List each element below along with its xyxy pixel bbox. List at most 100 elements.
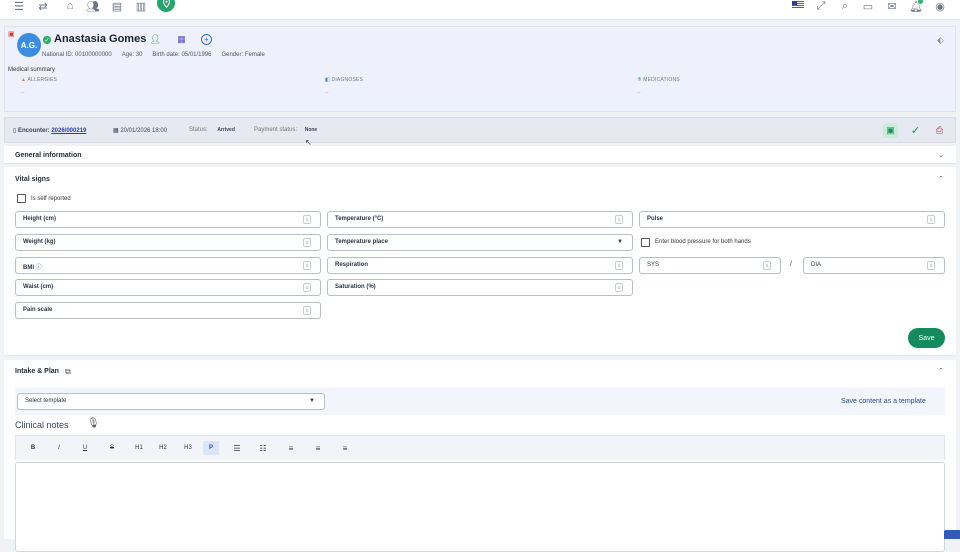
stepper-icon[interactable]: ⇕: [303, 283, 311, 292]
pin-icon[interactable]: ▣: [8, 30, 15, 38]
avatar: A.G.: [17, 33, 41, 57]
h2-button[interactable]: H2: [156, 441, 170, 455]
bp-both-hands-label: Enter blood pressure for both hands: [655, 239, 751, 245]
numbered-list-icon[interactable]: ☷: [256, 441, 270, 455]
microphone-icon[interactable]: 🎙︎: [87, 418, 100, 429]
us-flag-icon[interactable]: [792, 1, 804, 9]
user-check-icon[interactable]: 👤︎: [149, 33, 162, 46]
status: Status: Arrived: [189, 127, 235, 133]
h1-button[interactable]: H1: [132, 441, 146, 455]
calendar-small-icon: ▦: [113, 128, 119, 134]
editor-toolbar: B I U S H1 H2 H3 P ☰ ☷ ≡ ≡ ≡: [15, 435, 945, 460]
save-disk-icon[interactable]: ▣: [883, 123, 898, 138]
medication-icon: ⚗: [637, 77, 642, 83]
stepper-icon[interactable]: ⇕: [303, 238, 311, 247]
italic-button[interactable]: I: [52, 441, 66, 455]
stepper-icon[interactable]: ⇕: [927, 261, 935, 270]
clinical-notes-title: Clinical notes: [15, 420, 69, 430]
bp-both-hands-checkbox[interactable]: [641, 238, 650, 247]
intake-plan-title: Intake & Plan: [15, 368, 59, 375]
encounter-number-link[interactable]: 2026/000219: [51, 128, 86, 134]
height-field[interactable]: Height (cm) ⇕: [15, 211, 321, 228]
allergies-value: --: [21, 90, 25, 96]
weight-field[interactable]: Weight (kg) ⇕: [15, 234, 321, 251]
stepper-icon[interactable]: ⇕: [303, 306, 311, 315]
copy-icon[interactable]: ⧉: [65, 367, 71, 377]
save-as-template-link[interactable]: Save content as a template: [841, 398, 926, 405]
stepper-icon[interactable]: ⇕: [615, 215, 623, 224]
strike-button[interactable]: S: [105, 441, 119, 455]
stepper-icon[interactable]: ⇕: [615, 261, 623, 270]
allergies-label: ALLERGIES: [27, 77, 58, 83]
diagnoses-value: --: [325, 90, 329, 96]
saturation-field[interactable]: Saturation (%) ⇕: [327, 279, 633, 296]
caret-down-icon: ▼: [309, 398, 315, 404]
stepper-icon[interactable]: ⇕: [303, 215, 311, 224]
medications-label: MEDICATIONS: [643, 77, 680, 83]
home-icon[interactable]: ⌂: [65, 0, 75, 12]
patient-header: ▣ A.G. ✓ Anastasia Gomes 👤︎ ▦ + National…: [4, 26, 956, 112]
chevron-down-icon[interactable]: ⌄: [938, 151, 944, 159]
payment-status: Payment status: None: [254, 127, 318, 133]
align-right-icon[interactable]: ≡: [338, 441, 352, 455]
align-left-icon[interactable]: ≡: [284, 441, 298, 455]
users-icon[interactable]: 👥︎: [86, 0, 100, 13]
warning-icon: ▲: [21, 77, 27, 83]
medications-value: --: [637, 90, 641, 96]
swap-icon[interactable]: ⇄: [38, 0, 48, 13]
respiration-field[interactable]: Respiration ⇕: [327, 257, 633, 274]
allergies-section: ▲ ALLERGIES --: [21, 77, 57, 96]
inbox-icon[interactable]: ▭: [863, 0, 873, 13]
info-icon[interactable]: ⓘ: [36, 265, 42, 271]
h3-button[interactable]: H3: [181, 441, 195, 455]
temperature-field[interactable]: Temperature (°C) ⇕: [327, 211, 633, 228]
check-circle-icon[interactable]: ✓: [908, 123, 923, 138]
stepper-icon[interactable]: ⇕: [303, 261, 311, 270]
encounter-datetime: ▦ 20/01/2026 18:00: [113, 128, 168, 134]
select-template-dropdown[interactable]: Select template ▼: [17, 393, 325, 410]
pain-scale-field[interactable]: Pain scale ⇕: [15, 302, 321, 319]
search-icon[interactable]: ⌕: [840, 0, 850, 12]
caret-down-icon: ▼: [617, 239, 623, 245]
stepper-icon[interactable]: ⇕: [615, 283, 623, 292]
medications-section: ⚗ MEDICATIONS --: [637, 77, 680, 96]
align-center-icon[interactable]: ≡: [311, 441, 325, 455]
mail-icon[interactable]: ✉: [887, 0, 897, 13]
chevron-up-icon[interactable]: ⌃: [938, 175, 944, 183]
paragraph-button[interactable]: P: [203, 441, 219, 455]
stepper-icon[interactable]: ⇕: [763, 261, 771, 270]
add-circle-icon[interactable]: +: [201, 34, 212, 45]
sys-field[interactable]: SYS ⇕: [639, 257, 781, 274]
temperature-place-select[interactable]: Temperature place ▼: [327, 234, 633, 251]
self-reported-checkbox[interactable]: [17, 194, 26, 203]
encounter-bar: ▯ Encounter: 2026/000219 ▦ 20/01/2026 18…: [4, 117, 956, 143]
calendar-icon[interactable]: ▦: [175, 33, 188, 46]
menu-icon[interactable]: ☰: [14, 0, 24, 13]
patient-name: Anastasia Gomes: [54, 33, 147, 45]
chart-icon[interactable]: ▥: [136, 0, 146, 13]
chat-widget-icon[interactable]: [944, 530, 960, 539]
national-id: National ID: 00100000000: [42, 52, 112, 58]
save-vitals-button[interactable]: Save: [908, 328, 945, 348]
inbox-tray-icon[interactable]: ▤: [112, 0, 122, 13]
waist-field[interactable]: Waist (cm) ⇕: [15, 279, 321, 296]
self-reported-label: Is self reported: [31, 196, 71, 202]
pulse-field[interactable]: Pulse ⇕: [639, 211, 945, 228]
print-icon[interactable]: ⎙: [932, 123, 947, 138]
verified-icon: ✓: [43, 36, 51, 44]
user-circle-icon[interactable]: ◉: [935, 0, 945, 13]
dia-field[interactable]: DIA ⇕: [803, 257, 945, 274]
underline-button[interactable]: U: [78, 441, 92, 455]
bold-button[interactable]: B: [26, 441, 40, 455]
general-information-card[interactable]: General information ⌄: [4, 146, 956, 164]
bmi-field[interactable]: BMI ⓘ ⇕: [15, 257, 321, 274]
tag-icon[interactable]: ⬖: [937, 35, 944, 46]
stepper-icon[interactable]: ⇕: [927, 215, 935, 224]
location-pin-icon[interactable]: [157, 0, 175, 12]
chevron-up-icon[interactable]: ⌃: [938, 367, 944, 375]
top-navigation-bar: ☰ ⇄ ⌂ 👥︎ ▤ ▥ ⤢ ⌕ ▭ ✉ 🔔︎ ◉: [0, 0, 960, 20]
birth-date: Birth date: 05/01/1996: [152, 52, 212, 58]
diagnoses-label: DIAGNOSES: [331, 77, 364, 83]
bullet-list-icon[interactable]: ☰: [230, 441, 244, 455]
fullscreen-icon[interactable]: ⤢: [816, 0, 826, 12]
